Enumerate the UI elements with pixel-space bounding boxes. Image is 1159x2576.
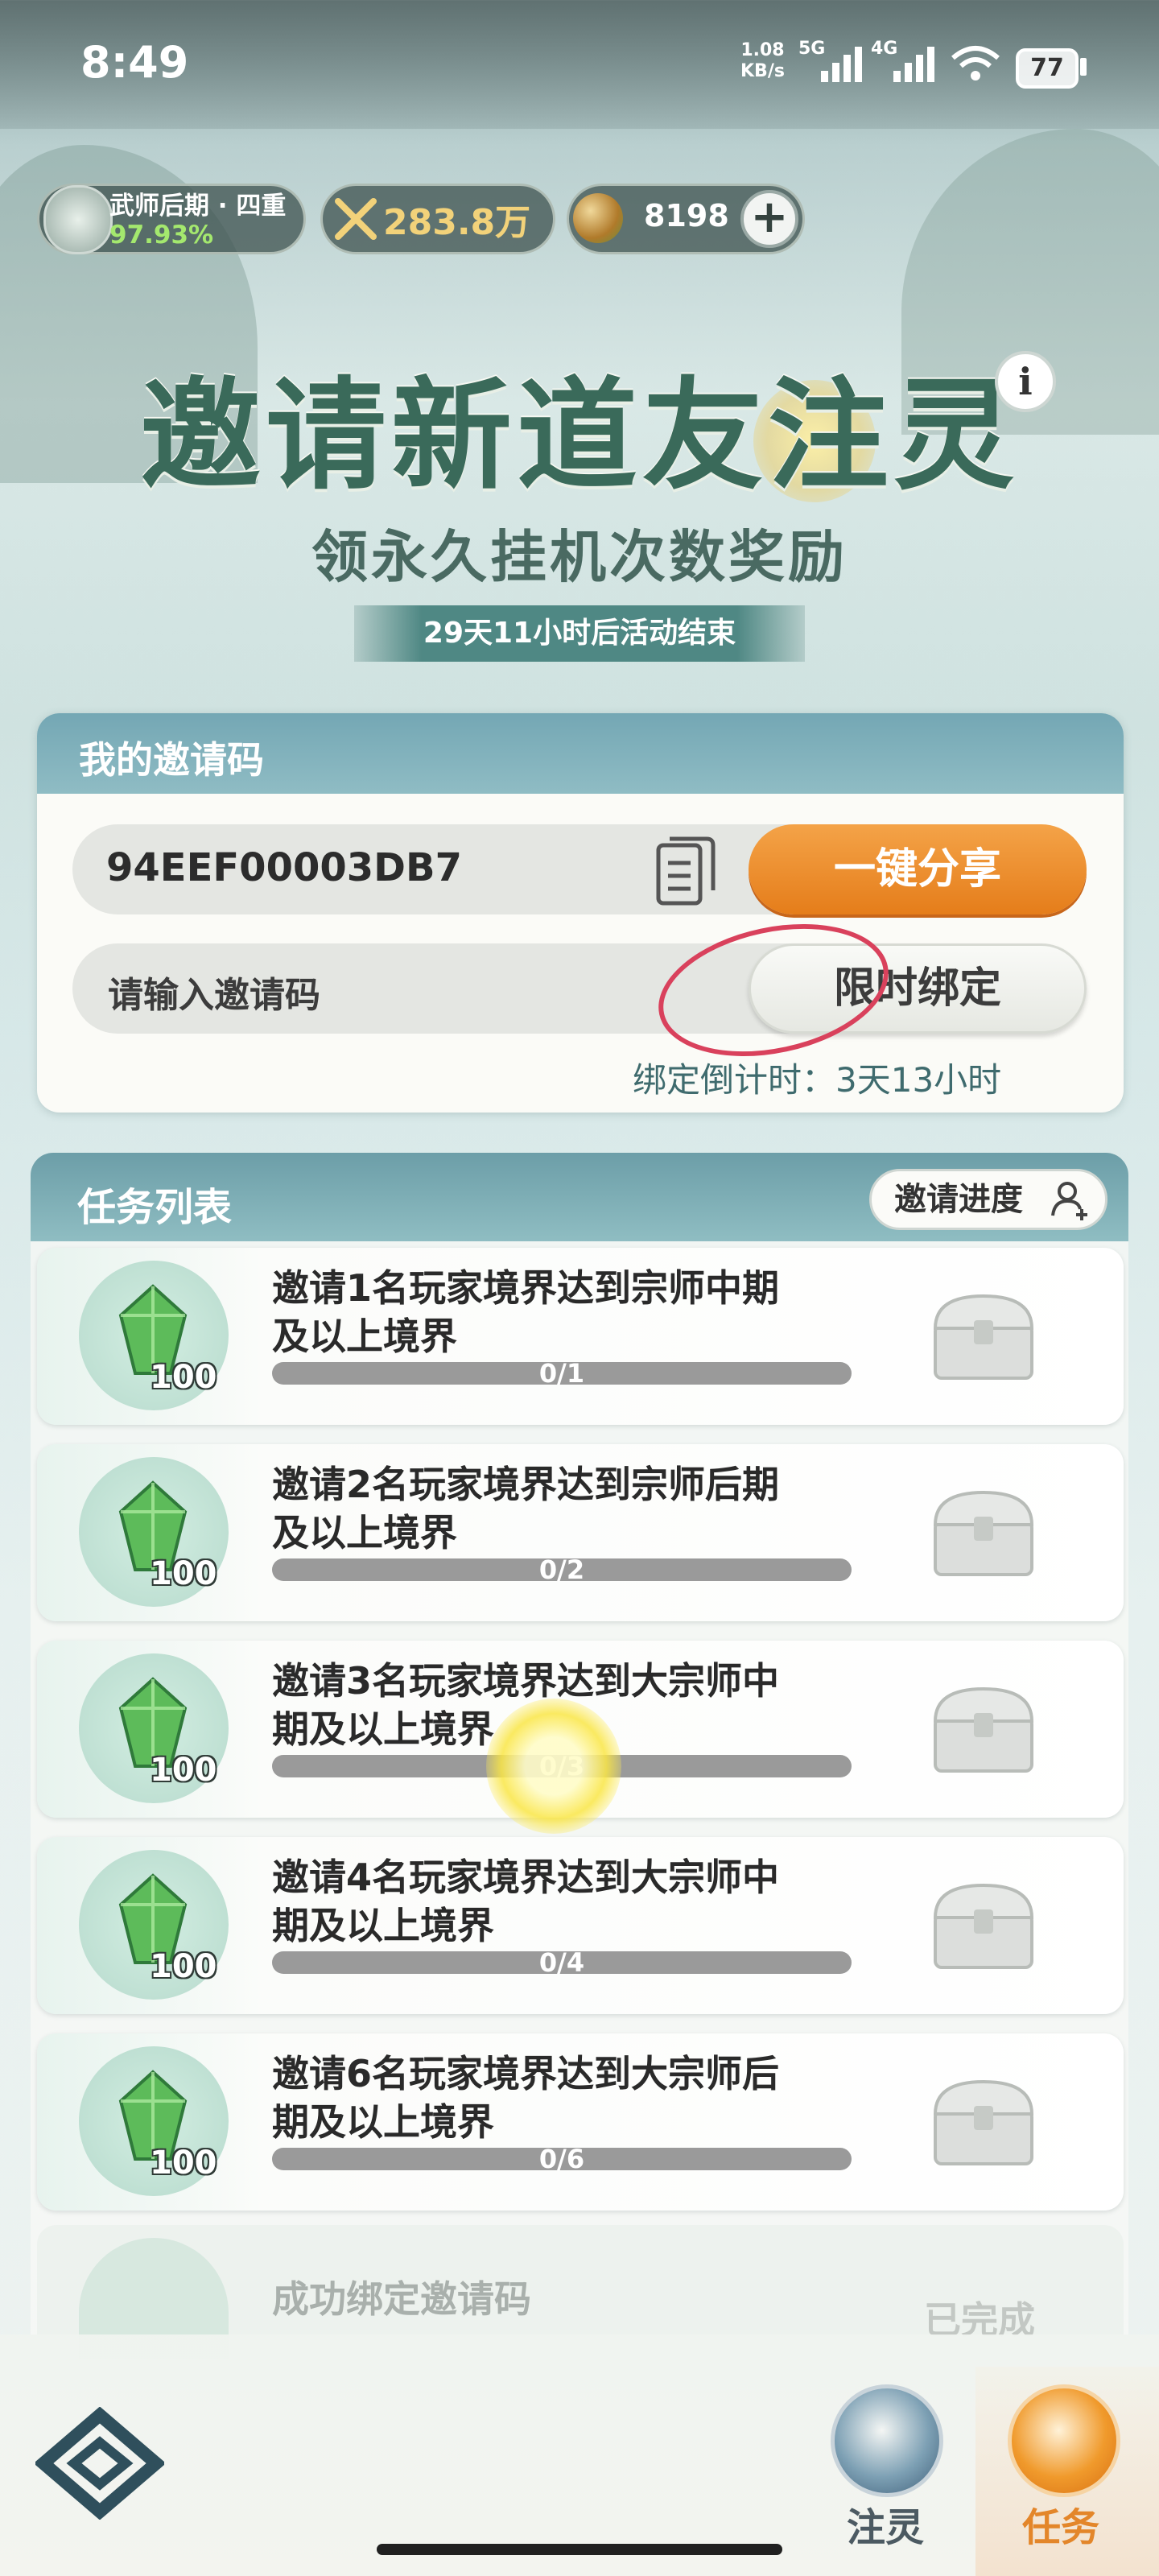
rank-progress: 97.93%: [109, 221, 214, 250]
treasure-chest-icon[interactable]: [927, 1681, 1040, 1777]
wifi-icon: [951, 46, 1000, 80]
event-title: 邀请新道友注灵: [139, 365, 1019, 506]
invite-card-title: 我的邀请码: [79, 738, 264, 782]
scroll-icon[interactable]: [1008, 2384, 1120, 2497]
add-person-icon[interactable]: [1046, 1177, 1091, 1222]
task-description-line1: 邀请1名玩家境界达到宗师中期: [272, 1266, 780, 1310]
battery-tip: [1080, 58, 1087, 76]
event-countdown: 29天11小时后活动结束: [354, 605, 805, 662]
network-speed: 1.08 KB/s: [740, 40, 785, 82]
reward-quantity: 100: [150, 1359, 217, 1396]
task-description-line2: 及以上境界: [272, 1511, 457, 1554]
tap-indicator: [486, 1699, 621, 1834]
task-progress-label: 0/6: [538, 2144, 585, 2174]
info-button[interactable]: i: [995, 351, 1056, 412]
share-button[interactable]: 一键分享: [749, 824, 1087, 914]
reward-quantity: 100: [150, 2145, 217, 2182]
status-time: 8:49: [80, 37, 189, 88]
crossed-swords-icon: [335, 198, 377, 240]
treasure-chest-icon[interactable]: [927, 1484, 1040, 1581]
battery-indicator: 77: [1016, 48, 1079, 89]
task-progress-label: 0/2: [538, 1554, 585, 1585]
copy-icon[interactable]: [654, 834, 718, 908]
annotation-circle: [645, 904, 901, 1076]
task-description-line1: 邀请6名玩家境界达到大宗师后: [272, 2052, 780, 2095]
jade-value: 8198: [644, 198, 729, 233]
rank-avatar: [43, 185, 113, 254]
invite-code-input-placeholder[interactable]: 请输入邀请码: [108, 966, 320, 1018]
task-description-line2: 及以上境界: [272, 1315, 457, 1358]
task-progress-label: 0/1: [538, 1358, 585, 1389]
task-description-line2: 期及以上境界: [272, 2100, 494, 2144]
game-logo-icon[interactable]: [35, 2407, 164, 2520]
home-indicator: [377, 2544, 782, 2555]
treasure-chest-icon[interactable]: [927, 1877, 1040, 1974]
reward-quantity: 100: [150, 1555, 217, 1592]
task-description-line1: 邀请4名玩家境界达到大宗师中: [272, 1856, 780, 1899]
completed-task-text: 成功绑定邀请码: [272, 2277, 531, 2321]
combat-power-value: 283.8万: [383, 202, 531, 243]
invite-code-card: 我的邀请码 94EEF00003DB7 一键分享 请输入邀请码 限时绑定 绑定倒…: [37, 713, 1124, 1113]
task-description-line1: 邀请2名玩家境界达到宗师后期: [272, 1463, 780, 1506]
nav-inject-label[interactable]: 注灵: [847, 2496, 924, 2552]
network-speed-unit: KB/s: [740, 61, 785, 81]
leaf-icon[interactable]: [831, 2384, 943, 2497]
nav-task-label[interactable]: 任务: [1022, 2496, 1099, 2552]
treasure-chest-icon[interactable]: [927, 2074, 1040, 2170]
rank-title: 武师后期 · 四重: [109, 192, 287, 221]
network-speed-value: 1.08: [740, 40, 785, 60]
signal-5g-icon: [821, 47, 862, 82]
task-progress-label: 0/4: [538, 1947, 585, 1978]
task-description-line1: 邀请3名玩家境界达到大宗师中: [272, 1659, 780, 1703]
reward-quantity: 100: [150, 1752, 217, 1789]
task-list-title: 任务列表: [77, 1185, 233, 1230]
add-currency-button[interactable]: +: [740, 190, 798, 248]
bind-countdown: 绑定倒计时：3天13小时: [633, 1060, 1002, 1100]
event-subtitle: 领永久挂机次数奖励: [311, 524, 848, 590]
reward-quantity: 100: [150, 1948, 217, 1985]
treasure-chest-icon[interactable]: [927, 1288, 1040, 1385]
signal-4g-icon: [893, 47, 934, 82]
my-invite-code: 94EEF00003DB7: [106, 845, 462, 890]
jade-currency-icon: [573, 193, 623, 243]
task-description-line2: 期及以上境界: [272, 1904, 494, 1947]
